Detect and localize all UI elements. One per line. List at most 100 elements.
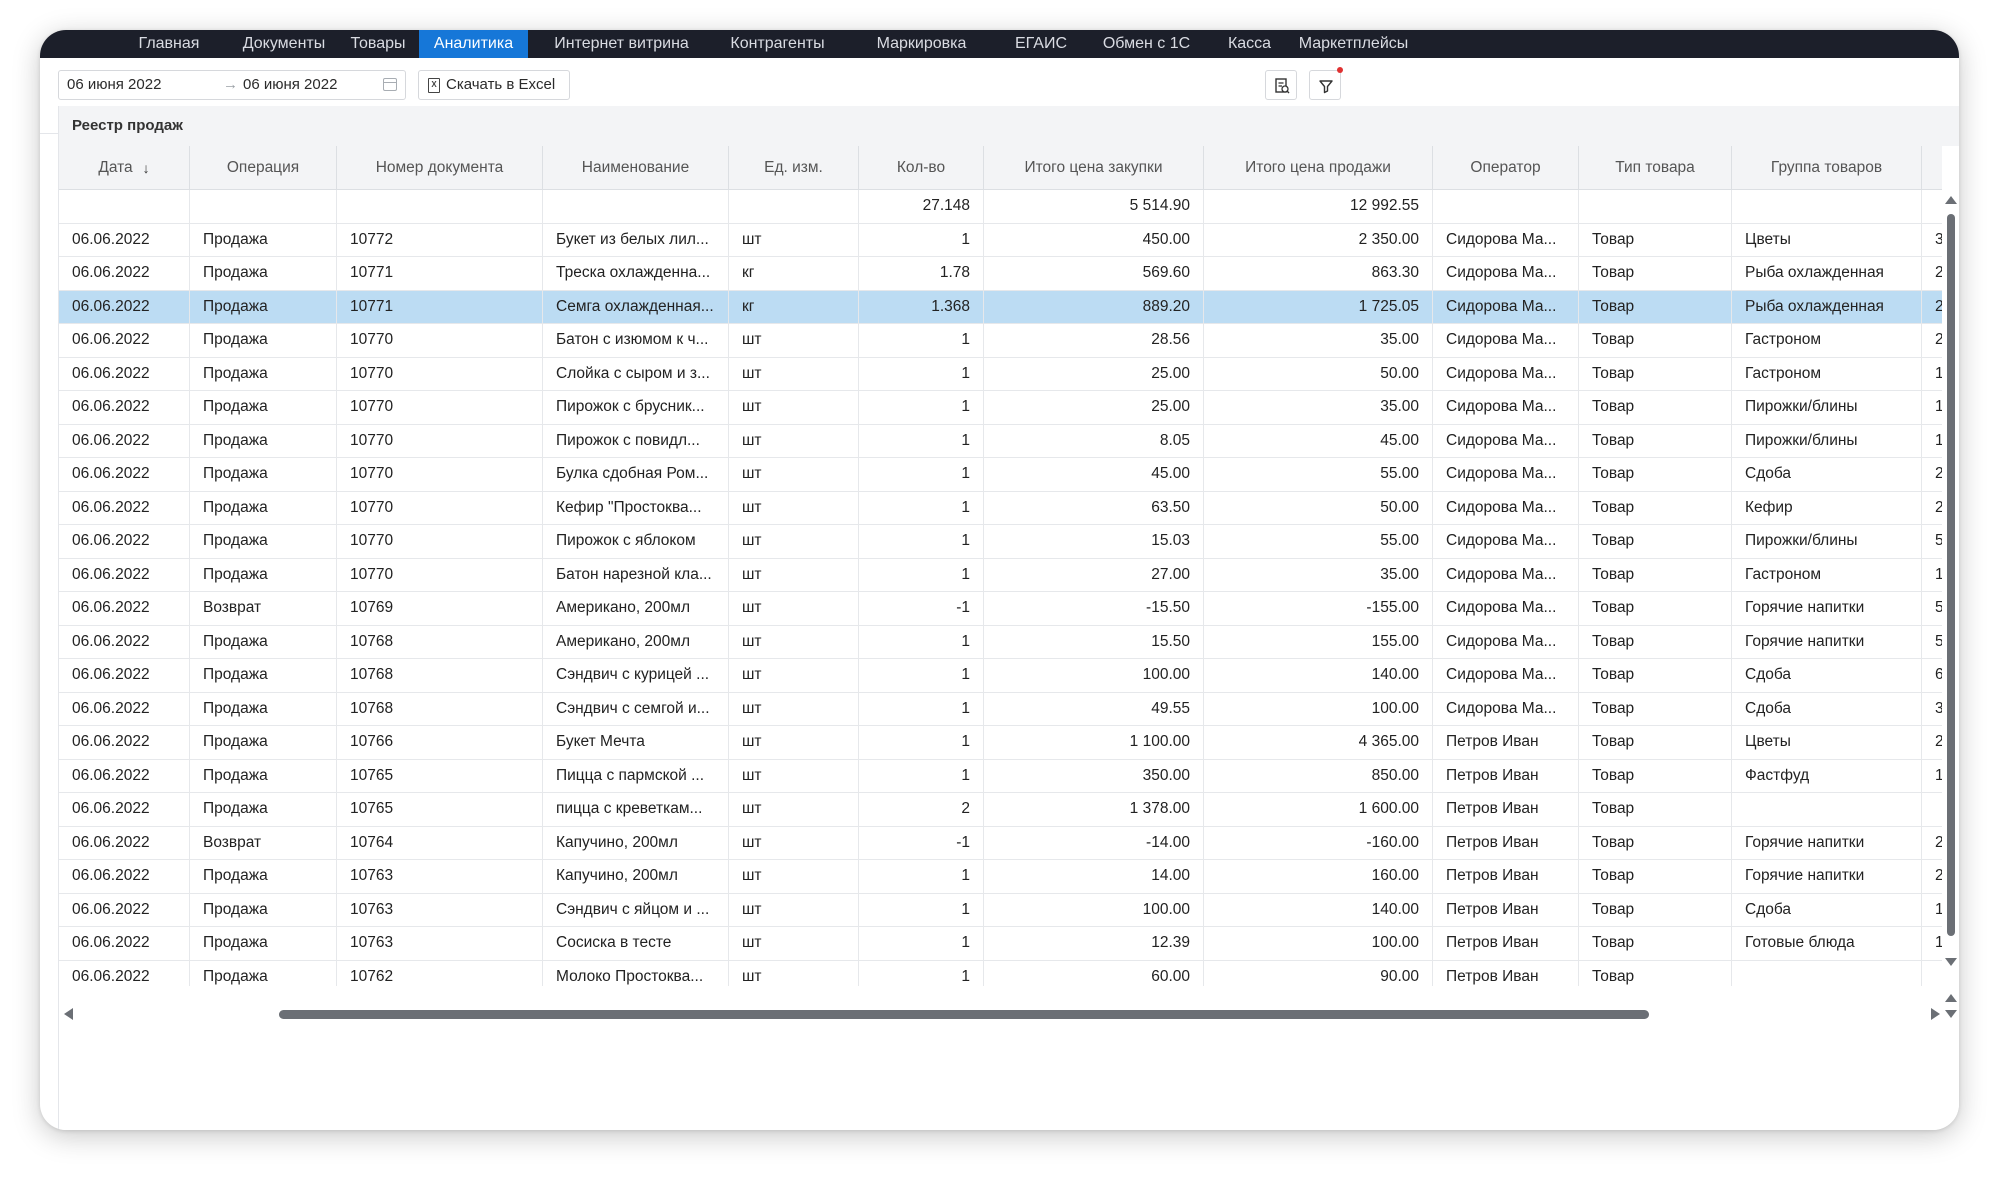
column-header-quantity[interactable]: Кол-во bbox=[859, 146, 984, 189]
cell-value: Возврат bbox=[203, 833, 262, 851]
table-row[interactable]: 06.06.2022 Продажа 10768 Сэндвич с курицей … bbox=[59, 659, 1942, 693]
column-header-label: Оператор bbox=[1470, 158, 1541, 176]
table-row[interactable]: 06.06.2022 Продажа 10765 пицца с креветкам.… bbox=[59, 793, 1942, 827]
cell-value: Букет Мечта bbox=[556, 733, 645, 751]
table-row[interactable]: 06.06.2022 Продажа 10770 Кефир "Простоква..… bbox=[59, 491, 1942, 525]
cell-value: Рыба охлажденная bbox=[1745, 297, 1884, 315]
scroll-left-icon[interactable] bbox=[64, 1008, 73, 1020]
date-from-field[interactable]: 06 июня 2022 bbox=[67, 71, 161, 99]
report-settings-button[interactable] bbox=[1265, 70, 1297, 100]
column-header-operation[interactable]: Операция bbox=[190, 146, 337, 189]
cell-extra: 2 bbox=[1922, 458, 1942, 491]
column-header-sale-total[interactable]: Итого цена продажи bbox=[1204, 146, 1433, 189]
cell-value: шт bbox=[742, 465, 762, 483]
cell-product-group: Сдоба bbox=[1732, 692, 1922, 725]
download-excel-button[interactable]: X Скачать в Excel bbox=[418, 70, 570, 100]
cell-value: шт bbox=[742, 398, 762, 416]
cell-value: 569.60 bbox=[1142, 264, 1190, 282]
scroll-right-icon[interactable] bbox=[1931, 1008, 1940, 1020]
horizontal-scroll-thumb[interactable] bbox=[279, 1010, 1649, 1019]
nav-tab[interactable]: ЕГАИС bbox=[1002, 30, 1080, 58]
cell-value: Пирожки/блины bbox=[1745, 532, 1858, 550]
cell-operator: Сидорова Ма... bbox=[1433, 692, 1579, 725]
table-row[interactable]: 06.06.2022 Продажа 10770 Батон нарезной кла… bbox=[59, 558, 1942, 592]
cell-value: 10763 bbox=[350, 900, 394, 918]
calendar-icon[interactable] bbox=[383, 78, 397, 91]
table-row[interactable]: 06.06.2022 Продажа 10770 Пирожок с повидл..… bbox=[59, 424, 1942, 458]
total-cell: 12 992.55 bbox=[1204, 190, 1433, 223]
cell-value: Товар bbox=[1592, 230, 1635, 248]
nav-tab[interactable]: Интернет витрина bbox=[539, 30, 704, 58]
date-range-picker[interactable]: 06 июня 2022 → 06 июня 2022 bbox=[58, 70, 406, 100]
table-row[interactable]: 06.06.2022 Продажа 10772 Букет из белых лил… bbox=[59, 223, 1942, 257]
column-header-product-group[interactable]: Группа товаров bbox=[1732, 146, 1922, 189]
nav-tab[interactable]: Маркировка bbox=[852, 30, 991, 58]
table-row[interactable]: 06.06.2022 Продажа 10763 Сэндвич с яйцом и … bbox=[59, 893, 1942, 927]
nav-tab[interactable]: Контрагенты bbox=[714, 30, 841, 58]
nav-tab[interactable]: Товары bbox=[347, 30, 409, 58]
scroll-up-icon[interactable] bbox=[1945, 196, 1957, 204]
table-row[interactable]: 06.06.2022 Продажа 10768 Американо, 200мл шт… bbox=[59, 625, 1942, 659]
scroll-down-icon[interactable] bbox=[1945, 958, 1957, 966]
column-header-date[interactable]: Дата ↓ bbox=[59, 146, 190, 189]
table-row[interactable]: 06.06.2022 Продажа 10770 Слойка с сыром и з… bbox=[59, 357, 1942, 391]
previous-row-icon[interactable] bbox=[1945, 994, 1957, 1002]
cell-sale-total: 140.00 bbox=[1204, 893, 1433, 926]
column-header-product-type[interactable]: Тип товара bbox=[1579, 146, 1732, 189]
cell-value: Продажа bbox=[203, 465, 268, 483]
column-header-label: Наименование bbox=[581, 158, 690, 176]
table-row[interactable]: 06.06.2022 Продажа 10770 Батон с изюмом к ч… bbox=[59, 324, 1942, 358]
cell-quantity: 1 bbox=[859, 960, 984, 986]
table-row[interactable]: 06.06.2022 Продажа 10771 Треска охлажденна.… bbox=[59, 257, 1942, 291]
nav-tab[interactable]: Маркетплейсы bbox=[1296, 30, 1411, 58]
table-row[interactable]: 06.06.2022 Продажа 10763 Сосиска в тесте шт 1… bbox=[59, 927, 1942, 961]
table-row[interactable]: 06.06.2022 Продажа 10770 Пирожок с яблоком ш… bbox=[59, 525, 1942, 559]
table-row[interactable]: 06.06.2022 Продажа 10768 Сэндвич с семгой и… bbox=[59, 692, 1942, 726]
next-row-icon[interactable] bbox=[1945, 1010, 1957, 1018]
table-row[interactable]: 06.06.2022 Продажа 10763 Капучино, 200мл шт 1… bbox=[59, 860, 1942, 894]
cell-value: 06.06.2022 bbox=[72, 331, 150, 349]
horizontal-scrollbar[interactable] bbox=[59, 1004, 1942, 1024]
cell-product-group: Готовые блюда bbox=[1732, 927, 1922, 960]
column-header-document-number[interactable]: Номер документа bbox=[337, 146, 543, 189]
filter-button[interactable] bbox=[1309, 67, 1343, 100]
nav-tab[interactable]: Обмен с 1С bbox=[1091, 30, 1202, 58]
column-header-unit[interactable]: Ед. изм. bbox=[729, 146, 859, 189]
cell-date: 06.06.2022 bbox=[59, 558, 190, 591]
cell-product-group: Гастроном bbox=[1732, 558, 1922, 591]
column-header-product-name[interactable]: Наименование bbox=[543, 146, 729, 189]
cell-unit: шт bbox=[729, 793, 859, 826]
cell-value: 889.20 bbox=[1142, 297, 1190, 315]
cell-value: Продажа bbox=[203, 431, 268, 449]
cell-value: 10763 bbox=[350, 867, 394, 885]
table-row[interactable]: 06.06.2022 Возврат 10764 Капучино, 200мл шт -… bbox=[59, 826, 1942, 860]
nav-tab[interactable]: Касса bbox=[1214, 30, 1285, 58]
cell-extra bbox=[1922, 793, 1942, 826]
column-header-purchase-total[interactable]: Итого цена закупки bbox=[984, 146, 1204, 189]
cell-unit: шт bbox=[729, 692, 859, 725]
table-row[interactable]: 06.06.2022 Продажа 10762 Молоко Простоква..… bbox=[59, 960, 1942, 986]
table-row[interactable]: 06.06.2022 Продажа 10770 Пирожок с брусник.… bbox=[59, 391, 1942, 425]
nav-tab[interactable]: Главная bbox=[117, 30, 221, 58]
nav-tab[interactable]: Аналитика bbox=[419, 30, 528, 58]
table-row[interactable]: 06.06.2022 Продажа 10766 Букет Мечта шт 1 1 10… bbox=[59, 726, 1942, 760]
cell-product-name: Сэндвич с яйцом и ... bbox=[543, 893, 729, 926]
cell-value: 1 bbox=[961, 364, 970, 382]
table-row[interactable]: 06.06.2022 Продажа 10771 Семга охлажденная.… bbox=[59, 290, 1942, 324]
cell-purchase-total: 100.00 bbox=[984, 893, 1204, 926]
vertical-scroll-thumb[interactable] bbox=[1947, 214, 1955, 936]
date-to-field[interactable]: 06 июня 2022 bbox=[243, 71, 337, 99]
column-header-extra[interactable]: А bbox=[1922, 146, 1942, 189]
table-row[interactable]: 06.06.2022 Возврат 10769 Американо, 200мл шт… bbox=[59, 592, 1942, 626]
table-row[interactable]: 06.06.2022 Продажа 10765 Пицца с пармской .… bbox=[59, 759, 1942, 793]
vertical-scrollbar[interactable] bbox=[1942, 190, 1959, 990]
cell-sale-total: 100.00 bbox=[1204, 692, 1433, 725]
nav-tab[interactable]: Документы bbox=[231, 30, 337, 58]
app-window: Главная Документы Товары Аналитика Интернет … bbox=[40, 30, 1959, 1130]
cell-value: 27.00 bbox=[1151, 565, 1190, 583]
sort-descending-icon[interactable]: ↓ bbox=[143, 160, 150, 176]
cell-operation: Возврат bbox=[190, 592, 337, 625]
table-row[interactable]: 06.06.2022 Продажа 10770 Булка сдобная Ром.… bbox=[59, 458, 1942, 492]
column-header-operator[interactable]: Оператор bbox=[1433, 146, 1579, 189]
cell-product-type: Товар bbox=[1579, 759, 1732, 792]
